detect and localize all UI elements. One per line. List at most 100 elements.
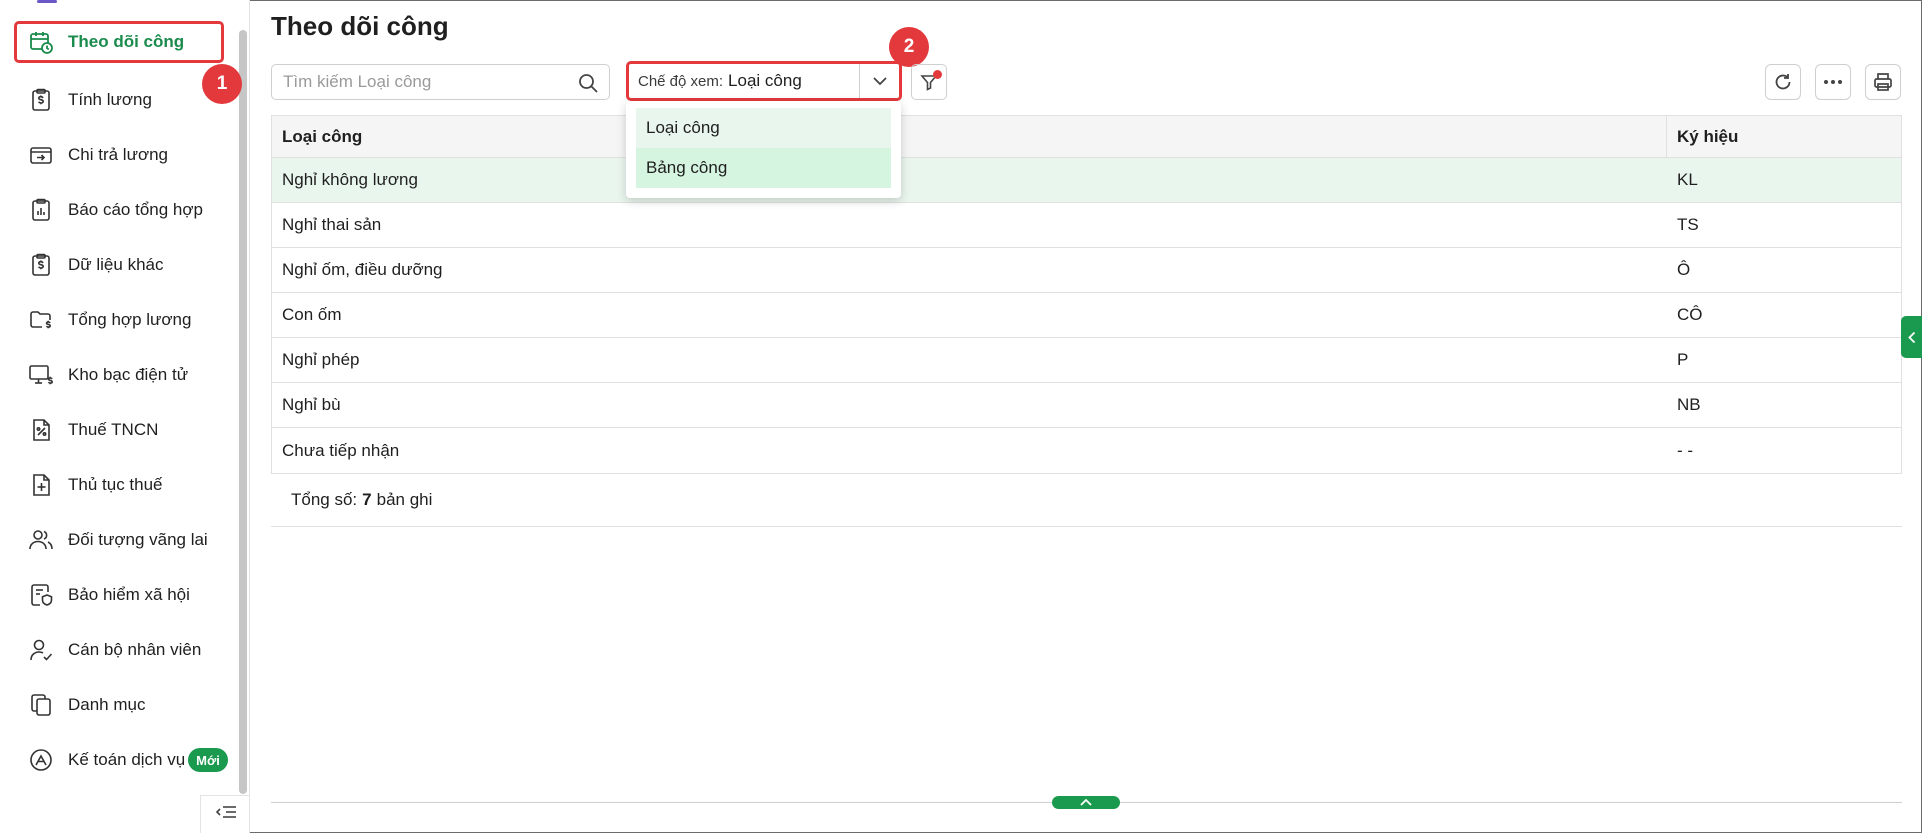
- insurance-shield-icon: [28, 582, 54, 608]
- chevron-left-icon: [1907, 331, 1915, 343]
- dollar-clipboard-icon: [28, 252, 54, 278]
- service-accounting-icon: [28, 747, 54, 773]
- filter-active-dot: [933, 70, 942, 79]
- copy-docs-icon: [28, 692, 54, 718]
- user-check-icon: [28, 637, 54, 663]
- column-header-loai-cong[interactable]: Loại công: [272, 116, 1667, 157]
- cell-name: Nghỉ thai sản: [282, 215, 382, 234]
- sidebar-item-can-bo-nhan-vien[interactable]: Cán bộ nhân viên: [14, 629, 224, 671]
- data-table: Loại công Ký hiệu Nghỉ không lương KL Ng…: [271, 115, 1902, 474]
- document-plus-icon: [28, 472, 54, 498]
- ellipsis-icon: [1824, 80, 1842, 84]
- cell-name: Con ốm: [282, 305, 342, 324]
- sidebar: Theo dõi công Tính lương Chi trả lương B…: [0, 0, 250, 833]
- folder-dollar-icon: [28, 307, 54, 333]
- dropdown-option-loai-cong[interactable]: Loại công: [636, 108, 891, 148]
- search-icon[interactable]: [577, 72, 599, 94]
- view-mode-dropdown: Loại công Bảng công: [626, 101, 901, 198]
- tax-percent-icon: [28, 417, 54, 443]
- cell-code: TS: [1677, 215, 1699, 234]
- collapse-sidebar-button[interactable]: [200, 795, 250, 833]
- cell-code: - -: [1677, 440, 1694, 460]
- sidebar-item-label: Bảo hiểm xã hội: [68, 585, 190, 604]
- sidebar-top-item-stub: [37, 0, 57, 3]
- filter-button[interactable]: [911, 64, 947, 100]
- new-badge: Mới: [188, 748, 228, 772]
- table-row[interactable]: Nghỉ không lương KL: [272, 158, 1901, 203]
- chevron-up-icon: [1080, 799, 1092, 806]
- sidebar-item-label: Thuế TNCN: [68, 420, 159, 439]
- more-options-button[interactable]: [1815, 64, 1851, 100]
- sidebar-item-label: Cán bộ nhân viên: [68, 640, 202, 659]
- step-badge-1: 1: [202, 64, 242, 104]
- sidebar-item-bao-hiem-xa-hoi[interactable]: Bảo hiểm xã hội: [14, 574, 224, 616]
- cell-name: Nghỉ bù: [282, 395, 341, 414]
- sidebar-item-thue-tncn[interactable]: Thuế TNCN: [14, 409, 224, 451]
- sidebar-item-label: Kho bạc điện tử: [68, 365, 189, 384]
- collapse-left-icon: [215, 803, 237, 826]
- sidebar-item-label: Báo cáo tổng hợp: [68, 200, 203, 219]
- table-row[interactable]: Nghỉ bù NB: [272, 383, 1901, 428]
- cell-code: KL: [1677, 170, 1698, 189]
- view-mode-select[interactable]: Chế độ xem: Loại công: [626, 61, 902, 101]
- sidebar-item-chi-tra-luong[interactable]: Chi trả lương: [14, 134, 224, 176]
- cell-name: Chưa tiếp nhận: [282, 440, 400, 460]
- cell-name: Nghỉ không lương: [282, 170, 418, 189]
- sidebar-item-kho-bac-dien-tu[interactable]: Kho bạc điện tử: [14, 354, 224, 396]
- sidebar-item-label: Chi trả lương: [68, 145, 169, 164]
- calendar-clock-icon: [28, 29, 54, 55]
- print-button[interactable]: [1865, 64, 1901, 100]
- view-mode-value: Loại công: [728, 71, 802, 90]
- chevron-down-icon: [872, 76, 887, 85]
- monitor-dollar-icon: [28, 362, 54, 388]
- cell-name: Nghỉ ốm, điều dưỡng: [282, 260, 443, 279]
- total-prefix: Tổng số:: [291, 490, 358, 509]
- search-input[interactable]: [283, 72, 573, 92]
- refresh-icon: [1775, 74, 1791, 90]
- table-row[interactable]: Nghỉ thai sản TS: [272, 203, 1901, 248]
- dropdown-option-bang-cong[interactable]: Bảng công: [636, 148, 891, 188]
- total-suffix: bản ghi: [376, 490, 433, 509]
- sidebar-scrollbar[interactable]: [239, 30, 247, 794]
- sidebar-item-bao-cao-tong-hop[interactable]: Báo cáo tổng hợp: [14, 189, 224, 231]
- sidebar-item-thu-tuc-thue[interactable]: Thủ tục thuế: [14, 464, 224, 506]
- table-row[interactable]: Nghỉ phép P: [272, 338, 1901, 383]
- sidebar-item-du-lieu-khac[interactable]: Dữ liệu khác: [14, 244, 224, 286]
- search-field[interactable]: [271, 64, 610, 100]
- table-row[interactable]: Nghỉ ốm, điều dưỡng Ô: [272, 248, 1901, 293]
- table-row[interactable]: Chưa tiếp nhận - -: [272, 428, 1901, 473]
- sidebar-item-label: Kế toán dịch vụ: [68, 750, 186, 769]
- salary-clipboard-icon: [28, 87, 54, 113]
- table-header: Loại công Ký hiệu: [272, 116, 1901, 158]
- total-count: 7: [362, 490, 372, 509]
- table-footer-total: Tổng số: 7 bản ghi: [271, 474, 1902, 527]
- sidebar-item-danh-muc[interactable]: Danh mục: [14, 684, 224, 726]
- cell-code: P: [1677, 350, 1689, 369]
- column-header-ky-hieu[interactable]: Ký hiệu: [1667, 116, 1901, 157]
- printer-icon: [1874, 73, 1892, 91]
- cell-name: Nghỉ phép: [282, 350, 360, 369]
- sidebar-item-tong-hop-luong[interactable]: Tổng hợp lương: [14, 299, 224, 341]
- sidebar-item-theo-doi-cong[interactable]: Theo dõi công: [14, 21, 224, 63]
- refresh-button[interactable]: [1765, 64, 1801, 100]
- sidebar-item-label: Theo dõi công: [68, 32, 185, 51]
- sidebar-item-label: Thủ tục thuế: [68, 475, 163, 494]
- sidebar-item-tinh-luong[interactable]: Tính lương: [14, 79, 224, 121]
- wallet-transfer-icon: [28, 142, 54, 168]
- cell-code: Ô: [1677, 260, 1691, 279]
- dropdown-toggle[interactable]: [859, 64, 899, 98]
- cell-code: CÔ: [1677, 305, 1703, 324]
- cell-code: NB: [1677, 395, 1701, 414]
- report-chart-icon: [28, 197, 54, 223]
- right-panel-toggle[interactable]: [1901, 316, 1922, 358]
- view-mode-label: Chế độ xem:: [638, 72, 724, 90]
- sidebar-item-doi-tuong-vang-lai[interactable]: Đối tượng vãng lai: [14, 519, 224, 561]
- expand-panel-handle[interactable]: [1052, 796, 1120, 809]
- sidebar-item-label: Đối tượng vãng lai: [68, 530, 208, 549]
- sidebar-item-label: Dữ liệu khác: [68, 255, 164, 274]
- people-icon: [28, 527, 54, 553]
- sidebar-item-label: Tính lương: [68, 90, 152, 109]
- table-row[interactable]: Con ốm CÔ: [272, 293, 1901, 338]
- sidebar-item-label: Tổng hợp lương: [68, 310, 192, 329]
- sidebar-item-label: Danh mục: [68, 695, 146, 714]
